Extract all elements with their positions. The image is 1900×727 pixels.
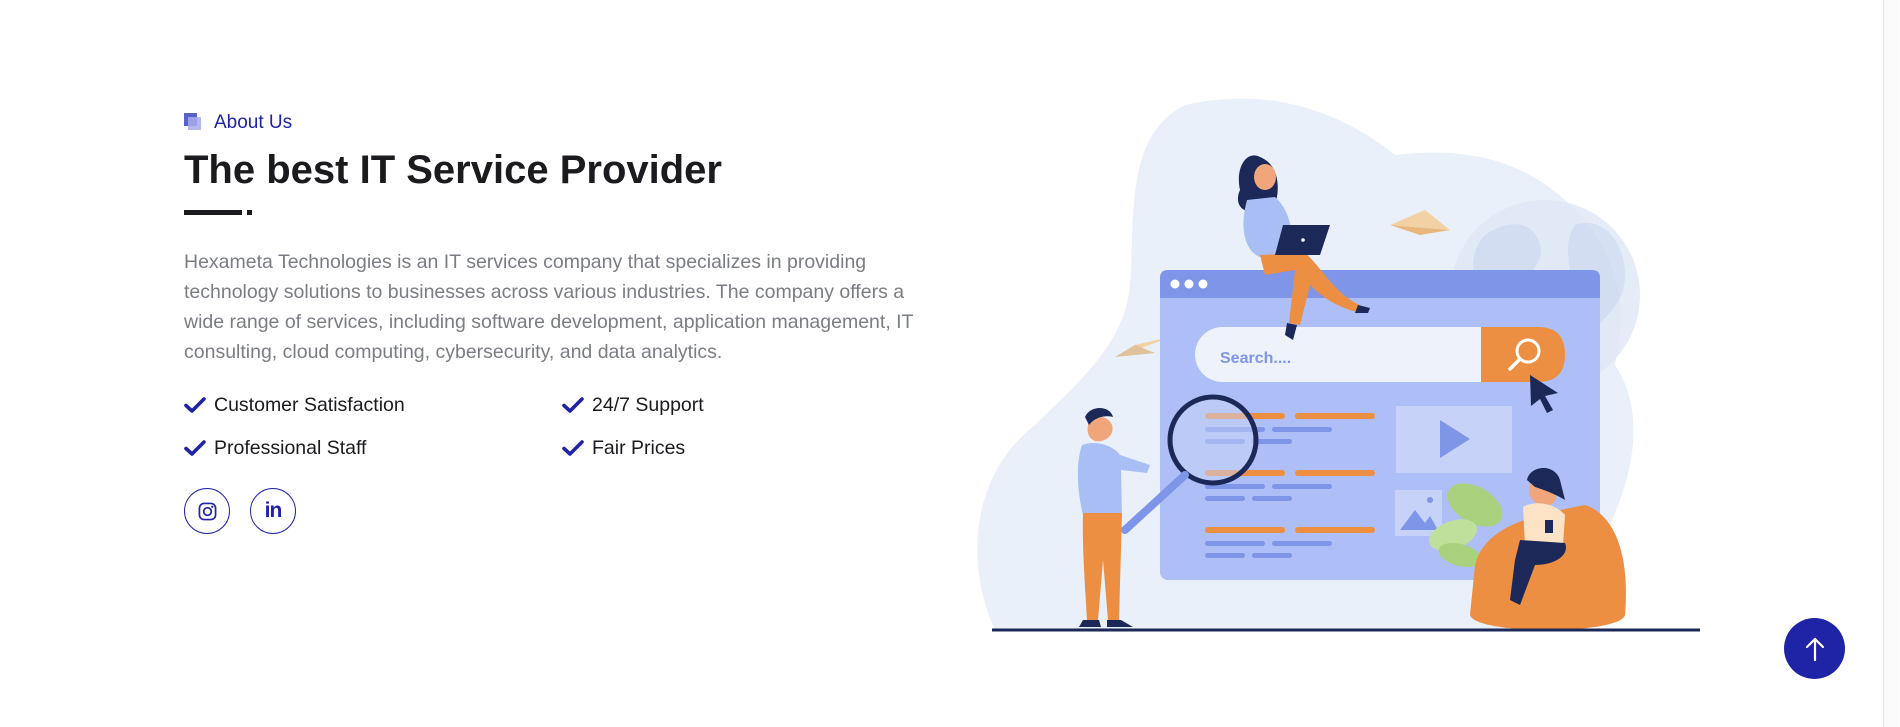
back-to-top-button[interactable] xyxy=(1784,618,1845,679)
instagram-button[interactable] xyxy=(184,488,230,534)
about-section: About Us The best IT Service Provider He… xyxy=(184,110,924,534)
feature-item: Fair Prices xyxy=(562,434,940,462)
feature-label: Fair Prices xyxy=(592,436,686,459)
check-icon xyxy=(562,440,584,456)
section-subtitle: About Us xyxy=(184,110,924,136)
scrollbar-track[interactable] xyxy=(1882,0,1900,727)
subtitle-label: About Us xyxy=(214,112,293,133)
hero-illustration: Search.... xyxy=(975,95,1715,635)
feature-list: Customer Satisfaction 24/7 Support Profe… xyxy=(184,391,924,462)
feature-item: 24/7 Support xyxy=(562,391,940,419)
linkedin-button[interactable]: in xyxy=(250,488,296,534)
title-underline xyxy=(184,210,924,216)
feature-label: 24/7 Support xyxy=(592,393,704,416)
check-icon xyxy=(184,397,206,413)
about-description: Hexameta Technologies is an IT services … xyxy=(184,251,914,363)
feature-item: Professional Staff xyxy=(184,434,562,462)
instagram-icon xyxy=(198,502,216,520)
page-title: The best IT Service Provider xyxy=(184,148,722,192)
squares-icon xyxy=(184,113,206,133)
search-placeholder-text: Search.... xyxy=(1220,350,1291,367)
check-icon xyxy=(184,440,206,456)
feature-label: Professional Staff xyxy=(214,436,367,459)
check-icon xyxy=(562,397,584,413)
arrow-up-icon xyxy=(1805,637,1824,661)
feature-label: Customer Satisfaction xyxy=(214,393,405,416)
social-links: in xyxy=(184,488,924,534)
linkedin-icon: in xyxy=(264,499,283,522)
scrollbar-thumb[interactable] xyxy=(1883,0,1899,727)
feature-item: Customer Satisfaction xyxy=(184,391,562,419)
